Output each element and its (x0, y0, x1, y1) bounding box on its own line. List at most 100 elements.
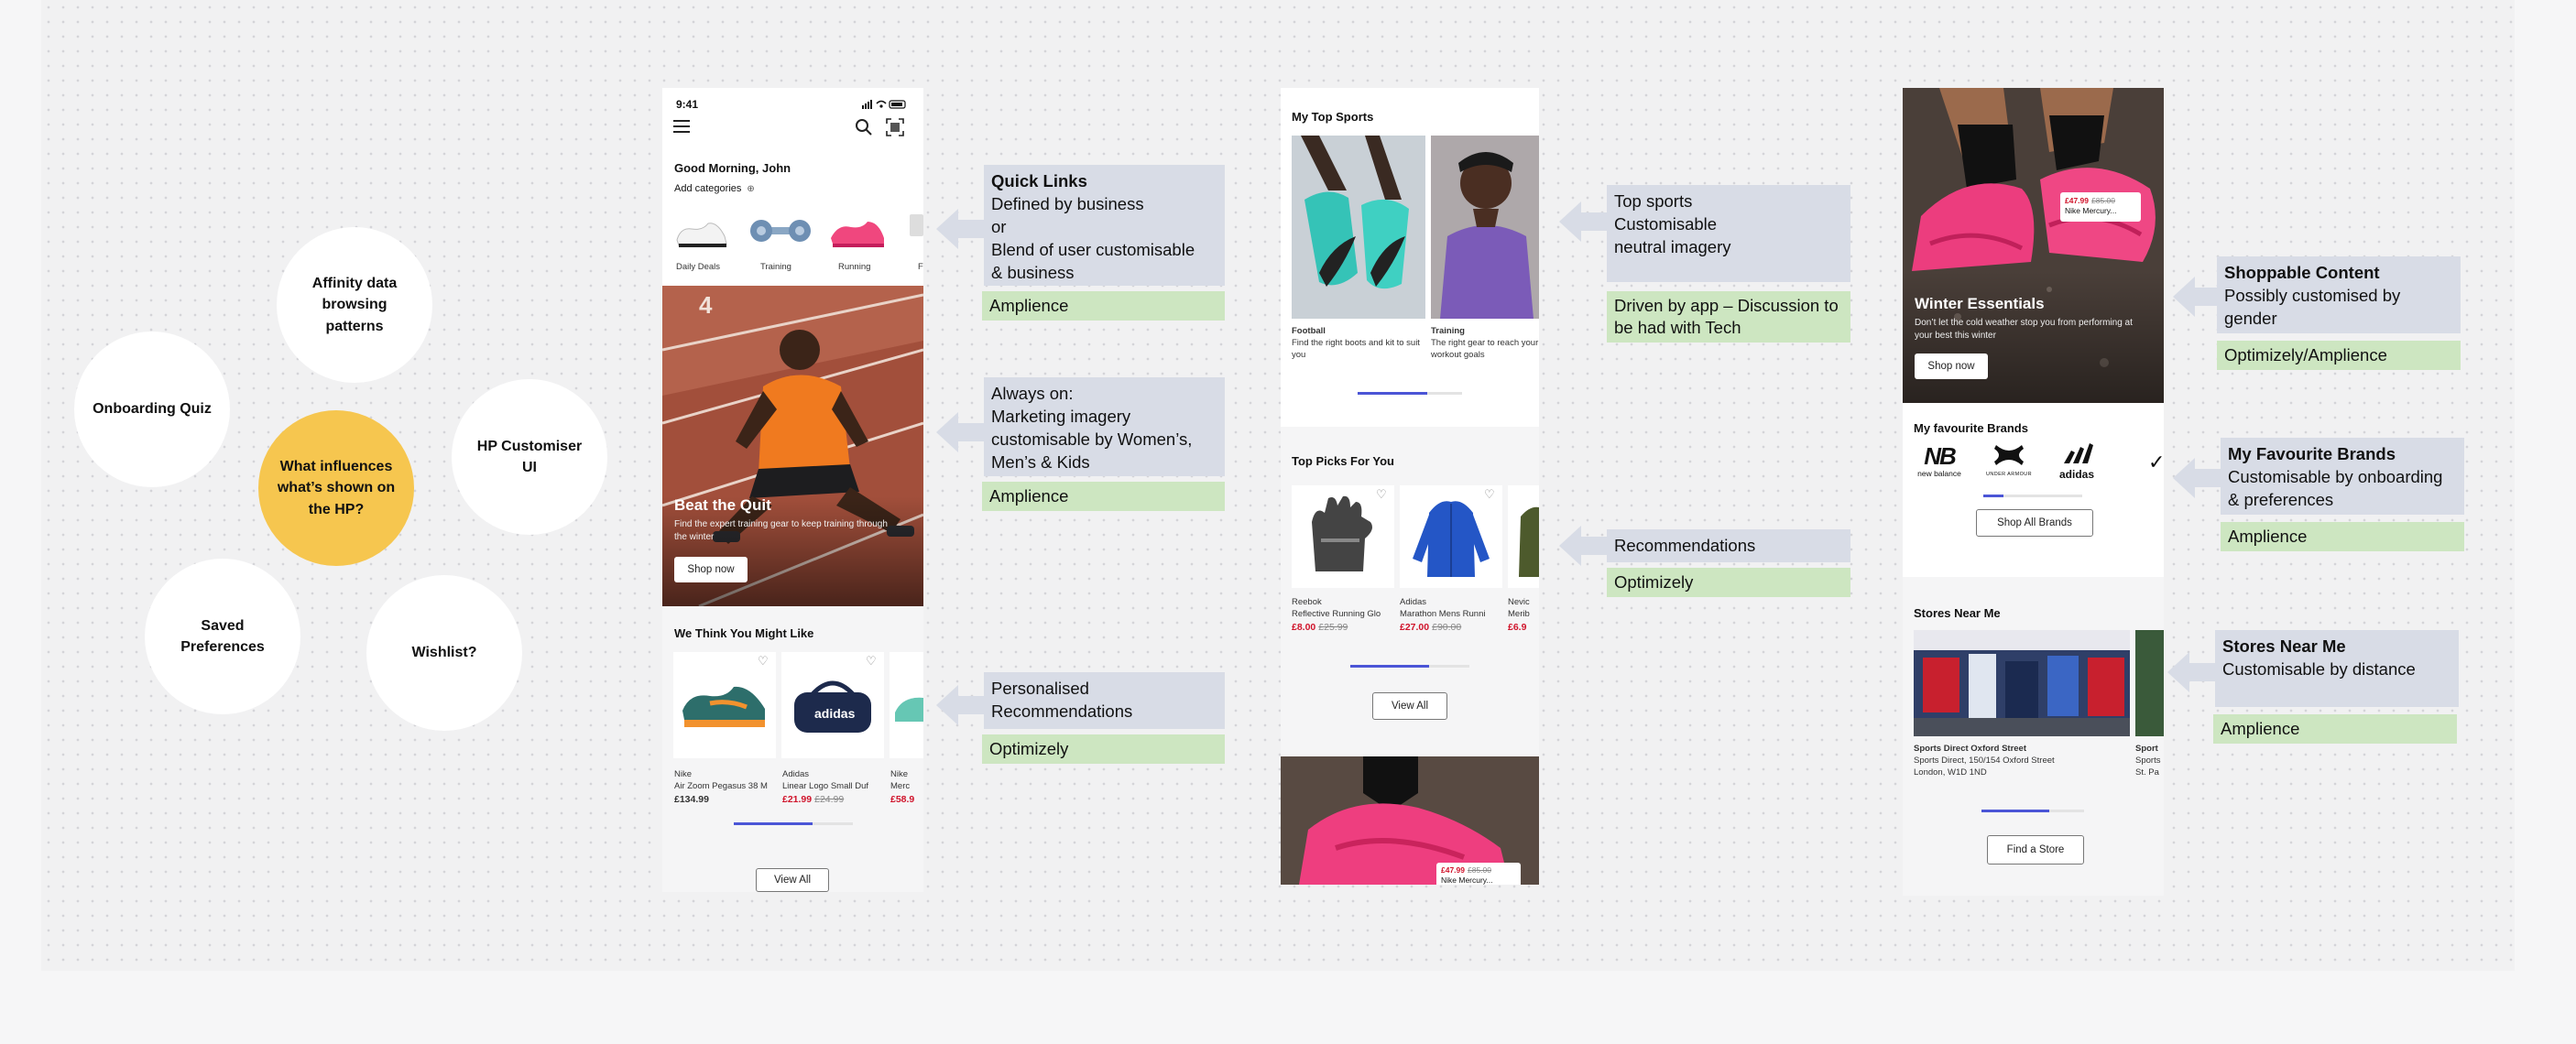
product-hotspot-tag[interactable]: £47.99 £85.00 Nike Mercury... (1436, 863, 1521, 885)
callout-recommendations: Recommendations (1607, 529, 1850, 562)
pointer-arrow-icon (936, 209, 984, 249)
hero-shop-now-button[interactable]: Shop now (1915, 353, 1988, 379)
view-all-button[interactable]: View All (756, 868, 829, 892)
sport-name: Football (1292, 326, 1326, 336)
callout-title: Stores Near Me (2222, 636, 2346, 656)
callout-quick-links: Quick Links Defined by business or Blend… (984, 165, 1225, 286)
pointer-arrow-icon (1559, 201, 1607, 242)
find-a-store-button[interactable]: Find a Store (1987, 835, 2084, 865)
hotspot-was-price: £85.00 (1468, 865, 1491, 875)
callout-stores-near-me: Stores Near Me Customisable by distance (2215, 630, 2459, 707)
callout-line: Customisable (1614, 213, 1718, 234)
callout-line: & preferences (2228, 489, 2334, 509)
bubble-onboarding-quiz: Onboarding Quiz (74, 332, 230, 487)
category-training-image[interactable] (748, 207, 813, 262)
sport-tile-football[interactable] (1292, 136, 1425, 319)
callout-line: Customisable by distance (2222, 658, 2416, 679)
product-name: Merib (1508, 608, 1530, 619)
store-image[interactable] (1914, 630, 2130, 736)
callout-line: & business (991, 262, 1075, 282)
brand-logo-partial[interactable]: ✓ (2148, 451, 2164, 474)
bubble-wishlist: Wishlist? (366, 575, 522, 731)
wishlist-heart-icon[interactable]: ♡ (866, 654, 877, 669)
tag-quick-links-amplience: Amplience (982, 291, 1225, 321)
product-was-price: £90.00 (1432, 621, 1462, 633)
product-sale-price: £27.00 (1400, 621, 1430, 633)
fav-brands-title: My favourite Brands (1914, 421, 2028, 435)
pointer-arrow-icon (2173, 277, 2221, 317)
store-address-line1: Sports (2135, 755, 2161, 766)
stores-title: Stores Near Me (1914, 606, 2001, 620)
hero-shop-now-button[interactable]: Shop now (674, 557, 748, 582)
brand-logo-under-armour[interactable]: UNDER ARMOUR (1980, 443, 2038, 480)
tag-fav-brands-amplience: Amplience (2221, 522, 2464, 552)
status-icons (855, 98, 910, 109)
product-card[interactable] (1508, 485, 1539, 588)
hero-banner-winter-essentials[interactable]: £47.99 £85.00 Nike Mercury... Winter Esse… (1903, 88, 2164, 403)
greeting: Good Morning, John (674, 161, 791, 175)
top-sports-title: My Top Sports (1292, 110, 1374, 124)
bubble-affinity-data: Affinity data browsing patterns (277, 227, 432, 383)
tag-top-sports-app-driven: Driven by app – Discussion to be had wit… (1607, 291, 1850, 343)
search-icon[interactable] (855, 118, 873, 141)
view-all-button[interactable]: View All (1372, 692, 1447, 720)
callout-title: Shoppable Content (2224, 263, 2380, 282)
tag-shoppable-optimizely-amplience: Optimizely/Amplience (2217, 341, 2461, 371)
product-brand: Nevic (1508, 597, 1530, 607)
sport-tile-training[interactable] (1431, 136, 1539, 319)
category-label: Running (838, 262, 871, 272)
carousel-progress (1983, 495, 2082, 497)
store-info: Sports Direct Oxford Street Sports Direc… (1914, 744, 2130, 778)
shoppable-banner-preview[interactable]: £47.99 £85.00 Nike Mercury... (1281, 756, 1539, 885)
callout-line: Possibly customised by (2224, 285, 2401, 305)
hero-banner-beat-the-quit[interactable]: 4 Beat the Quit Find the expert training… (662, 286, 923, 606)
hotspot-name: Nike Mercury... (1441, 875, 1493, 885)
callout-line: Marketing imagery (991, 406, 1131, 426)
product-card[interactable] (890, 652, 923, 758)
wishlist-heart-icon[interactable]: ♡ (1484, 487, 1495, 502)
pointer-arrow-icon (1559, 526, 1607, 566)
shop-all-brands-button[interactable]: Shop All Brands (1976, 509, 2093, 537)
barcode-scan-icon[interactable] (886, 118, 904, 141)
top-picks-title: Top Picks For You (1292, 454, 1394, 468)
category-label: Training (760, 262, 791, 272)
store-info: Sport Sports St. Pa (2135, 744, 2164, 778)
category-more-image[interactable] (910, 214, 923, 236)
pointer-arrow-icon (936, 685, 984, 725)
top-sports-section: My Top Sports Football Find the right bo… (1281, 88, 1539, 427)
product-info: Nike Merc £58.9 (890, 769, 923, 806)
brand-logo-new-balance[interactable]: NB new balance (1912, 443, 1967, 480)
product-sale-price: £8.00 (1292, 621, 1316, 633)
hotspot-was-price: £85.00 (2091, 196, 2115, 205)
category-daily-deals-image[interactable] (671, 209, 732, 264)
product-name: Air Zoom Pegasus 38 M (674, 780, 768, 791)
brand-name: adidas (2058, 468, 2094, 481)
store-image[interactable] (2135, 630, 2164, 736)
add-categories-link[interactable]: Add categories ⊕ (674, 183, 755, 194)
callout-personalised-recommendations: Personalised Recommendations (984, 672, 1225, 729)
sport-desc: The right gear to reach your workout goa… (1431, 337, 1539, 360)
callout-line: Customisable by onboarding (2228, 466, 2443, 486)
product-brand: Nike (890, 769, 909, 779)
store-address-line2: London, W1D 1ND (1914, 767, 1987, 778)
product-hotspot-tag[interactable]: £47.99 £85.00 Nike Mercury... (2060, 192, 2141, 222)
sport-info: Training The right gear to reach your wo… (1431, 326, 1539, 361)
category-label: Daily Deals (676, 262, 721, 272)
wishlist-heart-icon[interactable]: ♡ (1376, 487, 1387, 502)
product-info: Adidas Marathon Mens Runni £27.00 £90.00 (1400, 597, 1504, 634)
category-running-image[interactable] (827, 209, 888, 264)
svg-text:4: 4 (699, 291, 713, 319)
menu-icon[interactable] (673, 119, 692, 138)
product-info: Reebok Reflective Running Glo £8.00 £25.9… (1292, 597, 1396, 634)
bubble-hp-customiser: HP Customiser UI (452, 379, 607, 535)
product-brand: Nike (674, 769, 693, 779)
callout-line: neutral imagery (1614, 236, 1731, 256)
wishlist-heart-icon[interactable]: ♡ (758, 654, 769, 669)
store-name: Sport (2135, 744, 2158, 754)
brand-name: UNDER ARMOUR (1985, 472, 2033, 477)
tag-personalised-optimizely: Optimizely (982, 734, 1225, 765)
brand-name: new balance (1917, 469, 1961, 478)
callout-title: Quick Links (991, 171, 1087, 190)
brand-logo-adidas[interactable]: adidas (2047, 443, 2106, 481)
hotspot-price: £47.99 (2065, 196, 2089, 205)
